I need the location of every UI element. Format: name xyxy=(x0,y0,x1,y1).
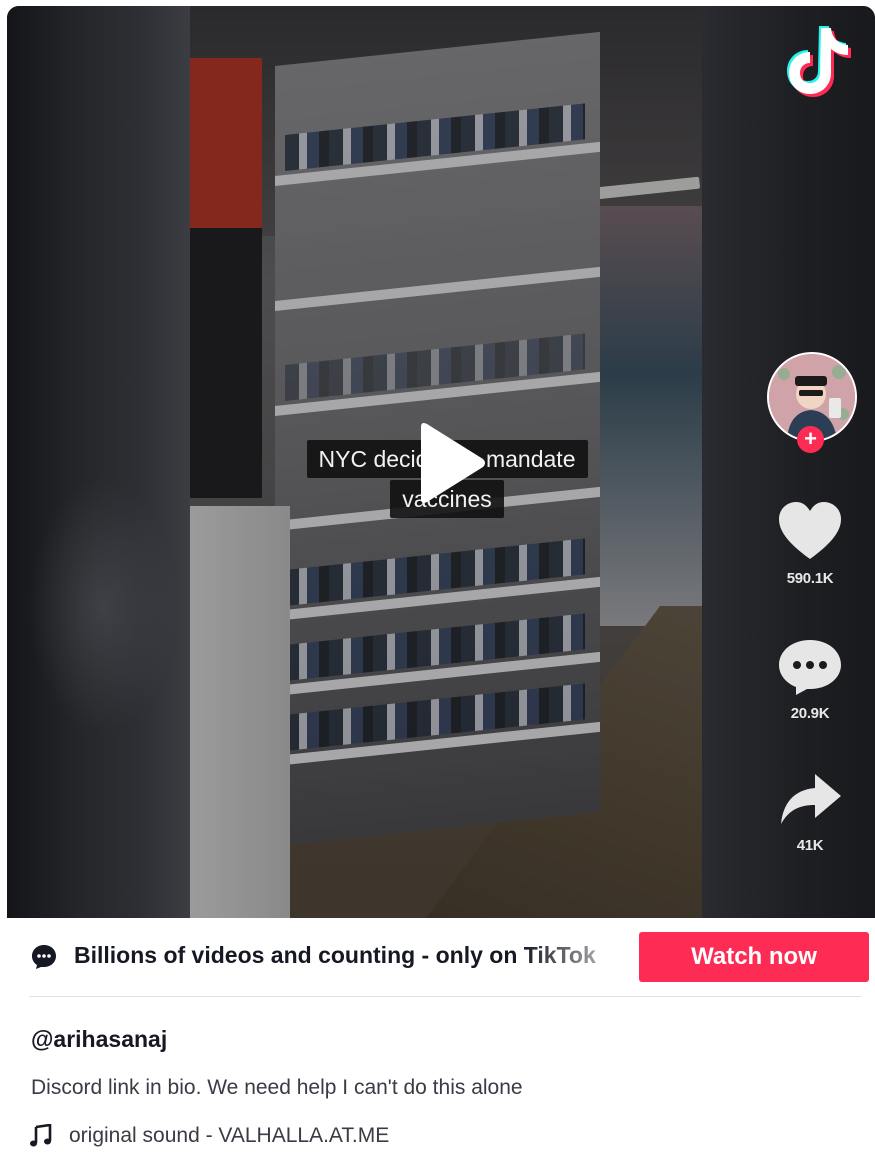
like-action[interactable]: 590.1K xyxy=(769,501,851,587)
video-blur-left xyxy=(7,6,190,918)
follow-button[interactable]: + xyxy=(797,426,824,453)
chat-bubble-icon xyxy=(32,945,56,969)
share-action[interactable]: 41K xyxy=(769,770,851,854)
share-arrow-icon[interactable] xyxy=(777,770,843,828)
share-count: 41K xyxy=(796,837,824,854)
promo-bar: Billions of videos and counting - only o… xyxy=(29,926,869,986)
promo-text: Billions of videos and counting - only o… xyxy=(74,942,596,968)
comment-action[interactable]: 20.9K xyxy=(769,638,851,722)
video-player[interactable]: NYC decided to mandate vaccines xyxy=(7,6,875,918)
music-note-icon xyxy=(30,1124,52,1147)
heart-icon[interactable] xyxy=(777,501,843,561)
divider xyxy=(29,996,861,997)
tiktok-embed-card: NYC decided to mandate vaccines xyxy=(7,6,875,1176)
comment-bubble-icon[interactable] xyxy=(777,638,843,696)
like-count: 590.1K xyxy=(786,570,834,587)
sound-link[interactable]: original sound - VALHALLA.AT.ME xyxy=(29,1121,389,1151)
tiktok-logo-icon[interactable] xyxy=(787,24,857,100)
creator-username[interactable]: @arihasanaj xyxy=(31,1026,167,1053)
watch-now-button[interactable]: Watch now xyxy=(639,932,869,982)
comment-count: 20.9K xyxy=(790,705,830,722)
play-icon[interactable] xyxy=(415,421,487,505)
sound-label: original sound - VALHALLA.AT.ME xyxy=(69,1124,390,1147)
post-description: Discord link in bio. We need help I can'… xyxy=(31,1076,523,1099)
